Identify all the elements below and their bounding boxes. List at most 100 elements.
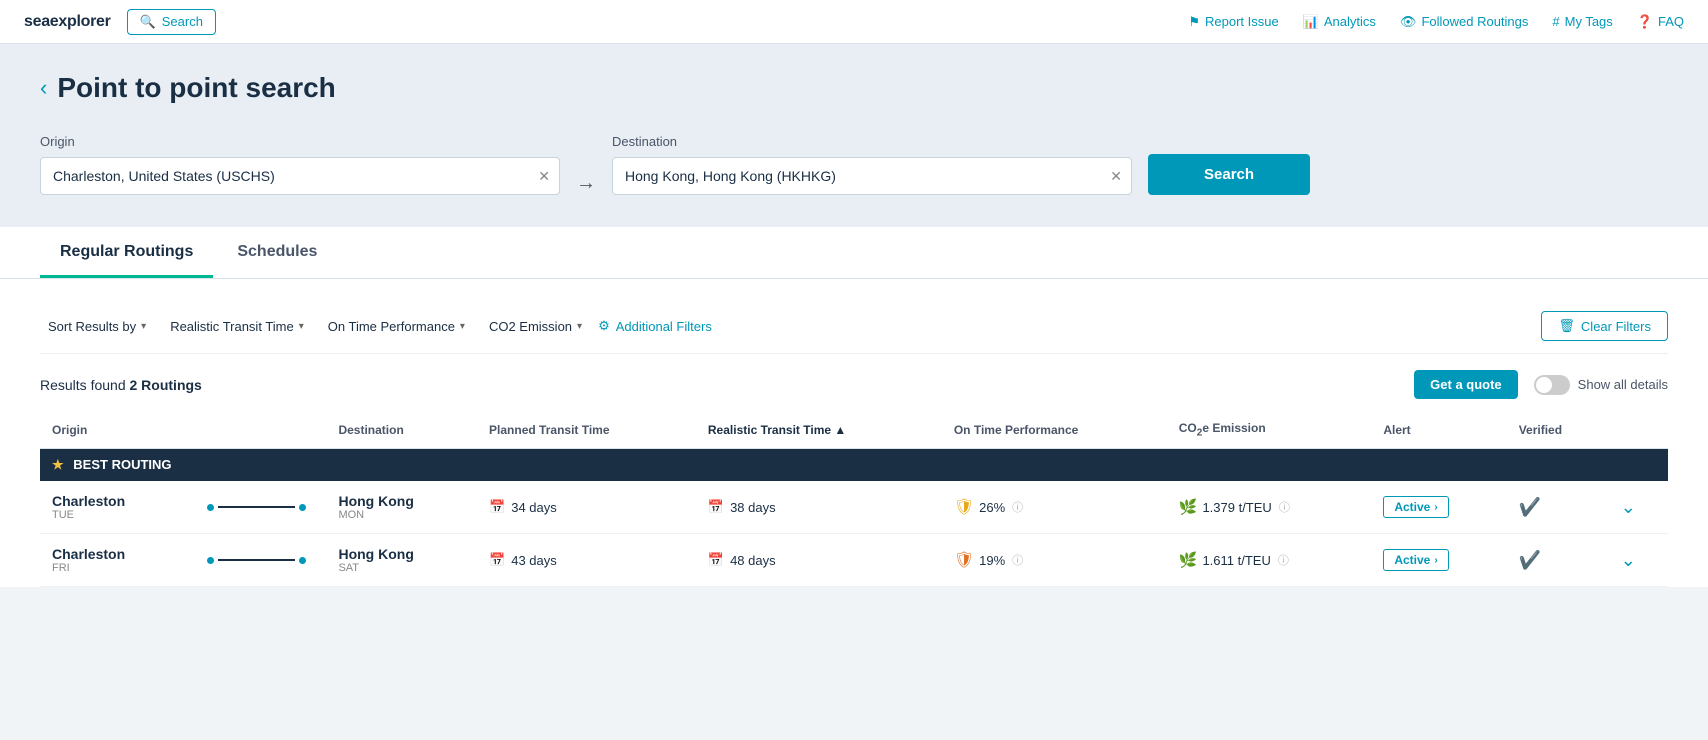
tabs-section: Regular Routings Schedules: [0, 227, 1708, 279]
row1-route-line: [187, 481, 326, 534]
row2-route-line: [187, 534, 326, 587]
row1-planned-transit: 📅 34 days: [477, 481, 696, 534]
nav-my-tags[interactable]: # My Tags: [1552, 14, 1612, 29]
calendar-icon: 📅: [489, 552, 505, 568]
expand-icon[interactable]: ⌄: [1621, 550, 1636, 570]
search-button[interactable]: Search: [1148, 154, 1310, 195]
row2-co2: 🌿 1.611 t/TEU ⓘ: [1167, 534, 1372, 587]
row1-co2: 🌿 1.379 t/TEU ⓘ: [1167, 481, 1372, 534]
sort-chevron-icon: ▾: [141, 321, 146, 332]
row1-realistic-transit: 📅 38 days: [696, 481, 942, 534]
row1-origin: Charleston TUE: [40, 481, 187, 534]
leaf-icon: 🌿: [1179, 498, 1198, 516]
star-icon: ★: [52, 457, 64, 472]
route-start-dot: [207, 504, 214, 511]
analytics-icon: 📊: [1303, 14, 1319, 30]
destination-clear-icon[interactable]: ✕: [1110, 168, 1122, 185]
logo: seaexplorer: [24, 13, 111, 31]
destination-input-wrap: ✕: [612, 157, 1132, 195]
info-icon[interactable]: ⓘ: [1012, 499, 1023, 515]
get-quote-button[interactable]: Get a quote: [1414, 370, 1518, 399]
origin-input-wrap: ✕: [40, 157, 560, 195]
origin-clear-icon[interactable]: ✕: [538, 168, 550, 185]
row2-planned-transit: 📅 43 days: [477, 534, 696, 587]
header-search-button[interactable]: 🔍 Search: [127, 9, 216, 35]
verified-check-icon: ✔️: [1519, 550, 1541, 570]
nav-followed-routings[interactable]: 👁 Followed Routings: [1400, 14, 1528, 30]
show-all-details: Show all details: [1534, 375, 1668, 395]
row1-active-badge[interactable]: Active ›: [1383, 496, 1448, 518]
origin-field-group: Origin ✕: [40, 134, 560, 195]
on-time-label: On Time Performance: [328, 319, 455, 334]
filter-sliders-icon: ⚙: [598, 318, 610, 334]
results-actions: Get a quote Show all details: [1414, 370, 1668, 399]
row2-verified: ✔️: [1507, 534, 1609, 587]
results-table: Origin Destination Planned Transit Time …: [40, 411, 1668, 587]
additional-filters-button[interactable]: ⚙ Additional Filters: [598, 318, 712, 334]
on-time-filter[interactable]: On Time Performance ▾: [320, 315, 473, 338]
toggle-knob: [1536, 377, 1552, 393]
results-summary: Results found 2 Routings Get a quote Sho…: [40, 354, 1668, 411]
direction-arrow: →: [560, 172, 612, 195]
row2-expand: ⌄: [1609, 534, 1668, 587]
page-header: ‹ Point to point search: [40, 72, 1668, 104]
co2-label: CO2 Emission: [489, 319, 572, 334]
origin-input[interactable]: [40, 157, 560, 195]
origin-label: Origin: [40, 134, 560, 149]
back-button[interactable]: ‹: [40, 75, 47, 101]
eye-icon: 👁: [1400, 14, 1417, 30]
tab-regular-routings[interactable]: Regular Routings: [40, 227, 213, 278]
col-co2: CO2e Emission: [1167, 411, 1372, 449]
row1-alert: Active ›: [1371, 481, 1506, 534]
best-routing-banner: ★ BEST ROUTING: [40, 449, 1668, 482]
search-icon: 🔍: [140, 14, 156, 30]
question-icon: ❓: [1637, 14, 1653, 30]
row2-alert: Active ›: [1371, 534, 1506, 587]
table-row: Charleston FRI Hong Kong SAT: [40, 534, 1668, 587]
results-table-container: Origin Destination Planned Transit Time …: [40, 411, 1668, 587]
header: seaexplorer 🔍 Search ⚑ Report Issue 📊 An…: [0, 0, 1708, 44]
leaf-icon: 🌿: [1179, 551, 1198, 569]
co2-info-icon[interactable]: ⓘ: [1278, 552, 1289, 568]
col-realistic-transit[interactable]: Realistic Transit Time ▲: [696, 411, 942, 449]
table-body: ★ BEST ROUTING Charleston TUE: [40, 449, 1668, 587]
destination-label: Destination: [612, 134, 1132, 149]
tab-schedules[interactable]: Schedules: [217, 227, 337, 278]
header-nav: ⚑ Report Issue 📊 Analytics 👁 Followed Ro…: [1188, 14, 1684, 30]
best-routing-label: ★ BEST ROUTING: [40, 449, 1668, 482]
col-verified: Verified: [1507, 411, 1609, 449]
nav-analytics[interactable]: 📊 Analytics: [1303, 14, 1376, 30]
header-left: seaexplorer 🔍 Search: [24, 9, 216, 35]
sort-results-filter[interactable]: Sort Results by ▾: [40, 315, 154, 338]
route-start-dot: [207, 557, 214, 564]
nav-report-issue[interactable]: ⚑ Report Issue: [1188, 14, 1278, 30]
shield-icon: 🛡: [954, 550, 974, 570]
calendar-icon: 📅: [489, 499, 505, 515]
row2-active-badge[interactable]: Active ›: [1383, 549, 1448, 571]
on-time-chevron-icon: ▾: [460, 321, 465, 332]
row1-on-time: 🛡 26% ⓘ: [942, 481, 1167, 534]
destination-input[interactable]: [612, 157, 1132, 195]
route-bar: [218, 506, 295, 508]
table-row: Charleston TUE Hong Kong MON: [40, 481, 1668, 534]
nav-faq[interactable]: ❓ FAQ: [1637, 14, 1684, 30]
col-route: [187, 411, 326, 449]
flag-icon: ⚑: [1188, 14, 1200, 30]
transit-time-filter[interactable]: Realistic Transit Time ▾: [162, 315, 312, 338]
row1-verified: ✔️: [1507, 481, 1609, 534]
calendar-icon: 📅: [708, 552, 724, 568]
active-chevron-icon: ›: [1434, 555, 1437, 566]
route-bar: [218, 559, 295, 561]
row1-destination: Hong Kong MON: [326, 481, 477, 534]
expand-icon[interactable]: ⌄: [1621, 497, 1636, 517]
shield-icon: 🛡: [954, 497, 974, 517]
co2-filter[interactable]: CO2 Emission ▾: [481, 315, 590, 338]
co2-info-icon[interactable]: ⓘ: [1279, 499, 1290, 515]
col-planned-transit[interactable]: Planned Transit Time: [477, 411, 696, 449]
show-all-toggle[interactable]: [1534, 375, 1570, 395]
hero-section: ‹ Point to point search Origin ✕ → Desti…: [0, 44, 1708, 227]
row1-expand: ⌄: [1609, 481, 1668, 534]
clear-filters-button[interactable]: 🗑 Clear Filters: [1541, 311, 1668, 341]
results-section: Sort Results by ▾ Realistic Transit Time…: [0, 279, 1708, 587]
info-icon[interactable]: ⓘ: [1012, 552, 1023, 568]
